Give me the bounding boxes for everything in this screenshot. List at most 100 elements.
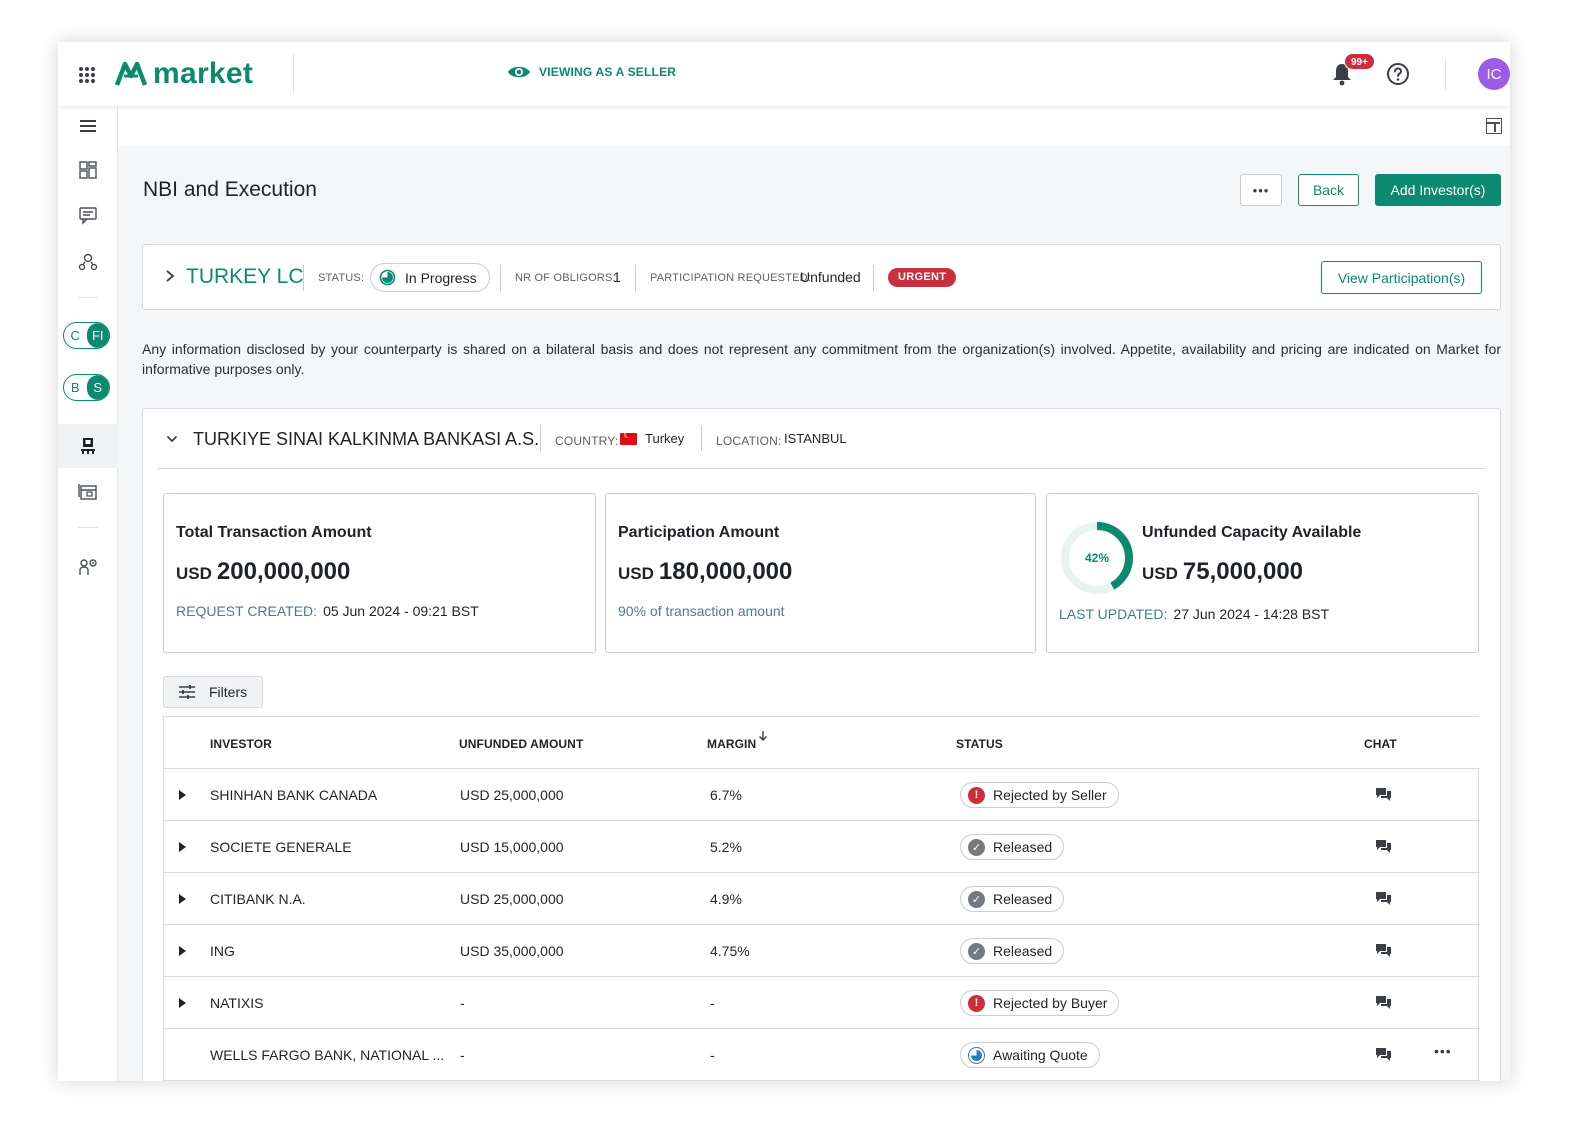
expand-row-icon[interactable] — [179, 842, 186, 852]
request-created-value: 05 Jun 2024 - 09:21 BST — [323, 603, 479, 619]
urgent-badge: URGENT — [888, 268, 957, 287]
participation-value: Unfunded — [800, 269, 861, 285]
market-logo[interactable]: market — [115, 56, 253, 92]
cell-margin: 4.75% — [710, 943, 750, 959]
role-toggle-b-s[interactable]: B S — [63, 374, 110, 401]
meta-divider — [701, 425, 702, 451]
toggle-option-fi[interactable]: FI — [86, 323, 109, 348]
sort-descending-icon[interactable] — [758, 730, 768, 742]
cell-investor: WELLS FARGO BANK, NATIONAL ... — [210, 1047, 445, 1063]
cell-unfunded-amount: USD 15,000,000 — [460, 839, 564, 855]
user-avatar[interactable]: IC — [1478, 58, 1510, 90]
last-updated-value: 27 Jun 2024 - 14:28 BST — [1173, 606, 1330, 622]
filter-sliders-icon — [179, 685, 195, 699]
table-row[interactable]: CITIBANK N.A. USD 25,000,000 4.9% ✓ Released — [164, 873, 1480, 925]
calendar-icon[interactable] — [78, 482, 98, 502]
add-investors-button[interactable]: Add Investor(s) — [1375, 174, 1501, 206]
col-status[interactable]: STATUS — [956, 737, 1003, 751]
deals-icon[interactable] — [78, 436, 98, 456]
top-bar: market VIEWING AS A SELLER 99+ IC — [58, 42, 1510, 106]
amount-value: 180,000,000 — [658, 558, 793, 585]
counterparty-panel: TURKIYE SINAI KALKINMA BANKASI A.S. COUN… — [142, 408, 1501, 1081]
investors-table: INVESTOR UNFUNDED AMOUNT MARGIN STATUS C… — [163, 716, 1480, 1081]
menu-icon[interactable] — [78, 116, 98, 136]
last-updated-label: LAST UPDATED: — [1059, 606, 1168, 622]
expand-row-icon[interactable] — [179, 790, 186, 800]
chat-icon[interactable] — [1375, 787, 1392, 802]
cell-unfunded-amount: USD 25,000,000 — [460, 891, 564, 907]
network-icon[interactable] — [78, 252, 98, 272]
donut-percent-label: 42% — [1085, 551, 1109, 565]
topbar-divider — [293, 54, 294, 94]
toggle-option-s[interactable]: S — [86, 375, 109, 400]
cell-unfunded-amount: USD 25,000,000 — [460, 787, 564, 803]
row-more-button[interactable]: ••• — [1434, 1043, 1452, 1059]
unfunded-capacity-amount: USD 75,000,000 — [1142, 558, 1303, 586]
col-investor[interactable]: INVESTOR — [210, 737, 272, 751]
awaiting-icon — [968, 1046, 985, 1064]
check-circle-icon: ✓ — [968, 838, 985, 856]
table-row[interactable]: NATIXIS - -! Rejected by Buyer — [164, 977, 1480, 1029]
col-margin[interactable]: MARGIN — [707, 737, 756, 751]
chevron-right-icon[interactable] — [165, 269, 175, 283]
deal-name[interactable]: TURKEY LC — [186, 265, 303, 289]
meta-divider — [303, 265, 304, 291]
table-row[interactable]: ING USD 35,000,000 4.75% ✓ Released — [164, 925, 1480, 977]
amount-value: 200,000,000 — [216, 558, 351, 585]
meta-divider — [540, 425, 541, 451]
meta-divider — [873, 265, 874, 291]
logo-text: market — [153, 57, 254, 90]
expand-row-icon[interactable] — [179, 946, 186, 956]
filters-button[interactable]: Filters — [163, 676, 263, 708]
table-row[interactable]: WELLS FARGO BANK, NATIONAL ... - - Awaiting… — [164, 1029, 1480, 1081]
help-icon[interactable] — [1386, 62, 1410, 86]
chat-list-icon[interactable] — [78, 205, 98, 225]
eye-icon — [508, 66, 530, 78]
col-chat: CHAT — [1364, 737, 1397, 751]
currency: USD — [618, 564, 654, 583]
chat-icon[interactable] — [1375, 891, 1392, 906]
status-text: Released — [993, 943, 1053, 959]
layout-toggle-icon[interactable] — [1486, 118, 1502, 134]
settings-users-icon[interactable] — [78, 557, 98, 577]
back-button[interactable]: Back — [1298, 174, 1359, 206]
expand-row-icon[interactable] — [179, 894, 186, 904]
market-logo-mark-icon — [115, 61, 147, 86]
role-toggle-c-fi[interactable]: C FI — [63, 322, 110, 349]
table-row[interactable]: SHINHAN BANK CANADA USD 25,000,000 6.7%! Re… — [164, 769, 1480, 821]
table-row[interactable]: SOCIETE GENERALE USD 15,000,000 5.2% ✓ Relea… — [164, 821, 1480, 873]
notification-badge[interactable]: 99+ — [1344, 53, 1375, 70]
chevron-down-icon[interactable] — [166, 435, 178, 443]
country-value: Turkey — [645, 431, 685, 446]
counterparty-name: TURKIYE SINAI KALKINMA BANKASI A.S. — [193, 429, 540, 449]
chat-icon[interactable] — [1375, 839, 1392, 854]
currency: USD — [176, 564, 212, 583]
chat-icon[interactable] — [1375, 943, 1392, 958]
apps-grid-icon[interactable] — [79, 67, 95, 83]
participation-percentage: 90% of transaction amount — [618, 603, 785, 619]
alert-icon: ! — [968, 786, 985, 804]
cell-investor: SHINHAN BANK CANADA — [210, 787, 378, 803]
meta-divider — [500, 265, 501, 291]
unfunded-capacity-donut: 42% — [1061, 522, 1133, 594]
chat-icon[interactable] — [1375, 995, 1392, 1010]
dashboard-icon[interactable] — [78, 160, 98, 180]
toggle-option-b[interactable]: B — [64, 375, 87, 400]
sidebar: C FI B S — [58, 106, 118, 1081]
total-transaction-card: Total Transaction Amount USD 200,000,000 … — [163, 493, 596, 653]
more-actions-button[interactable]: ••• — [1240, 174, 1282, 206]
sidebar-separator — [78, 297, 98, 298]
status-label: STATUS: — [318, 272, 365, 284]
check-circle-icon: ✓ — [968, 890, 985, 908]
status-text: Released — [993, 839, 1053, 855]
sidebar-separator — [78, 527, 98, 528]
view-participations-button[interactable]: View Participation(s) — [1321, 261, 1482, 294]
view-mode-label: VIEWING AS A SELLER — [539, 65, 677, 79]
chat-icon[interactable] — [1375, 1047, 1392, 1062]
obligors-label: NR OF OBLIGORS: — [515, 272, 616, 284]
meta-divider — [635, 265, 636, 291]
expand-row-icon[interactable] — [179, 998, 186, 1008]
toggle-option-c[interactable]: C — [64, 323, 87, 348]
col-unfunded-amount[interactable]: UNFUNDED AMOUNT — [459, 737, 583, 751]
cell-investor: ING — [210, 943, 235, 959]
